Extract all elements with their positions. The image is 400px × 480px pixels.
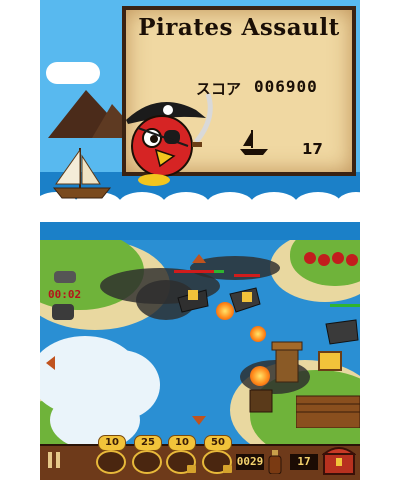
treasure-chest-icon[interactable]	[322, 442, 356, 476]
scroll-down-arrow[interactable]	[192, 416, 206, 425]
weapon-cost: 25	[134, 435, 162, 451]
weapon-slot-barrel[interactable]: 10	[164, 435, 198, 477]
gold-counter: 0029	[236, 454, 264, 470]
weapon-cost: 10	[98, 435, 126, 451]
game-stage: Pirates Assault スコア 006900 17 00:02 10 2…	[40, 0, 360, 480]
health-bar	[214, 270, 224, 273]
enemy-ship-icon[interactable]	[176, 284, 210, 314]
wave-timer: 00:02	[48, 288, 82, 301]
cannonball-explosion	[250, 366, 270, 386]
pirate-crew-icon[interactable]	[302, 248, 360, 272]
weapon-cost: 50	[204, 435, 232, 451]
sky-cloud	[46, 62, 100, 84]
top-screen: Pirates Assault スコア 006900 17	[40, 0, 360, 240]
cannonball-explosion	[250, 326, 266, 342]
pirate-ship-deck-icon	[296, 395, 360, 428]
scroll-up-arrow[interactable]	[192, 254, 206, 263]
weapon-slot-bomb[interactable]: 50	[200, 435, 234, 477]
health-bar	[330, 304, 360, 307]
rum-bottle-icon	[268, 450, 282, 474]
enemy-ship-icon[interactable]	[322, 314, 360, 348]
cannon-tower-icon[interactable]	[50, 300, 76, 322]
treasure-icon[interactable]	[316, 344, 344, 376]
tower-icon[interactable]	[270, 338, 304, 388]
bottom-hud: 10 25 10 50 0029 17	[40, 435, 360, 480]
sailboat-icon	[52, 148, 112, 199]
weapon-cost: 10	[168, 435, 196, 451]
score-panel: Pirates Assault スコア 006900 17	[122, 6, 356, 186]
game-title: Pirates Assault	[138, 14, 340, 41]
pirate-parrot-icon	[126, 93, 213, 186]
tower-icon[interactable]	[246, 386, 276, 416]
cannon-tower-icon[interactable]	[52, 268, 78, 286]
weapon-slot-cannon[interactable]: 10	[94, 435, 128, 477]
scroll-left-arrow[interactable]	[46, 356, 55, 370]
pause-icon[interactable]	[48, 452, 62, 468]
ship-icon	[240, 130, 268, 155]
lives-counter: 17	[290, 454, 318, 470]
score-value: 006900	[254, 77, 318, 96]
cannon-icon	[96, 450, 126, 474]
cannonball-explosion	[216, 302, 234, 320]
wave-line	[40, 212, 360, 222]
lock-icon	[223, 465, 232, 473]
bottom-screen[interactable]: 00:02 10 25 10 50 0029 17	[40, 240, 360, 480]
lock-icon	[187, 465, 196, 473]
ships-remaining: 17	[302, 140, 323, 158]
health-bar	[234, 274, 260, 277]
health-bar	[174, 270, 214, 273]
skull-icon	[132, 450, 162, 474]
weapon-slot-skull[interactable]: 25	[130, 435, 164, 477]
